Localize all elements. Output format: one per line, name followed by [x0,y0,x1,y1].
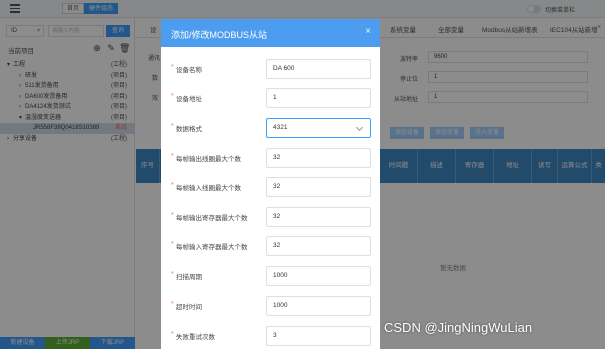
form-row-retry-count: * 失败重试次数 3 [161,326,380,346]
max-output-registers-input[interactable]: 32 [266,207,371,227]
timeout-input[interactable]: 1000 [266,296,371,316]
required-asterisk: * [171,153,174,160]
modbus-slave-dialog: 添加/修改MODBUS从站 × * 设备名称 DA 600 * 设备地址 1 *… [161,19,380,349]
max-input-coils-input[interactable]: 32 [266,177,371,197]
form-row-max-input-coils: * 每帧输入线圈最大个数 32 [161,177,380,197]
field-label: 每帧输出寄存器最大个数 [176,215,248,222]
dialog-title: 添加/修改MODBUS从站 [171,30,268,40]
scan-period-input[interactable]: 1000 [266,266,371,286]
field-label: 设备名称 [176,67,202,74]
form-row-max-output-registers: * 每帧输出寄存器最大个数 32 [161,207,380,227]
required-asterisk: * [171,241,174,248]
form-row-max-input-registers: * 每帧输入寄存器最大个数 32 [161,236,380,256]
field-label: 失败重试次数 [176,334,215,341]
field-label: 每帧输入寄存器最大个数 [176,244,248,251]
required-asterisk: * [171,301,174,308]
field-label: 每帧输入线圈最大个数 [176,185,241,192]
required-asterisk: * [171,212,174,219]
field-label: 每帧输出线圈最大个数 [176,156,241,163]
required-asterisk: * [171,271,174,278]
data-format-value: 4321 [273,124,288,131]
max-output-coils-input[interactable]: 32 [266,148,371,168]
device-address-input[interactable]: 1 [266,88,371,108]
dialog-header: 添加/修改MODBUS从站 × [161,19,380,47]
required-asterisk: * [171,331,174,338]
field-label: 超时时间 [176,304,202,311]
retry-count-input[interactable]: 3 [266,326,371,346]
form-row-max-output-coils: * 每帧输出线圈最大个数 32 [161,148,380,168]
field-label: 数据格式 [176,126,202,133]
field-label: 扫描周期 [176,274,202,281]
watermark: CSDN @JingNingWuLian [384,320,533,335]
required-asterisk: * [171,123,174,130]
chevron-down-icon [355,123,364,132]
form-row-timeout: * 超时时间 1000 [161,296,380,316]
form-row-scan-period: * 扫描周期 1000 [161,266,380,286]
form-row-device-address: * 设备地址 1 [161,88,380,108]
form-row-data-format: * 数据格式 4321 [161,118,380,138]
device-name-input[interactable]: DA 600 [266,59,371,79]
form-row-device-name: * 设备名称 DA 600 [161,59,380,79]
field-label: 设备地址 [176,96,202,103]
data-format-select[interactable]: 4321 [266,118,371,138]
required-asterisk: * [171,93,174,100]
required-asterisk: * [171,182,174,189]
max-input-registers-input[interactable]: 32 [266,236,371,256]
close-icon[interactable]: × [365,26,371,37]
required-asterisk: * [171,64,174,71]
